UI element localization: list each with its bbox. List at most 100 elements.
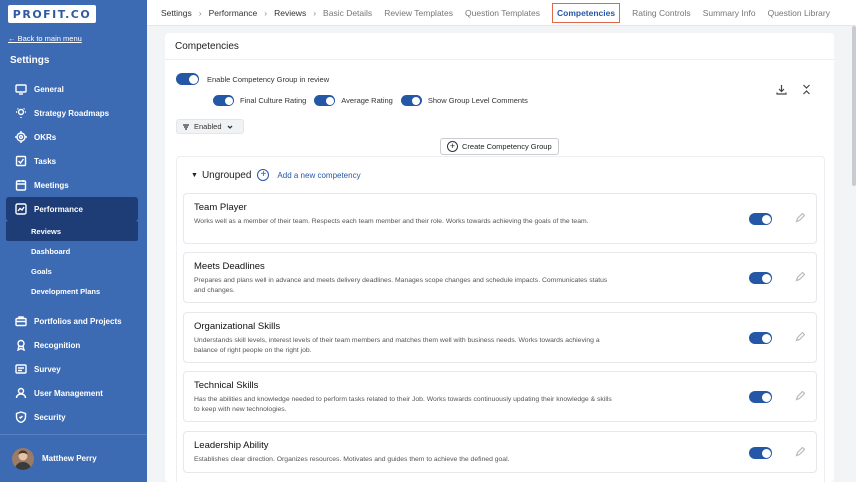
- competency-title: Organizational Skills: [194, 321, 281, 332]
- edit-pencil-icon[interactable]: [795, 446, 806, 459]
- user-icon: [14, 387, 27, 400]
- checkbox-icon: [14, 155, 27, 168]
- competency-enabled-toggle[interactable]: [749, 332, 772, 344]
- back-to-main-menu-link[interactable]: ← Back to main menu: [8, 34, 82, 43]
- average-rating-toggle[interactable]: [314, 95, 336, 106]
- edit-pencil-icon[interactable]: [795, 390, 806, 403]
- sidebar-subitem-dashboard[interactable]: Dashboard: [0, 241, 147, 261]
- tab-summary-info[interactable]: Summary Info: [703, 8, 756, 18]
- collapse-icon[interactable]: [801, 84, 812, 97]
- tab-competencies[interactable]: Competencies: [551, 2, 621, 23]
- enable-competency-group-label: Enable Competency Group in review: [207, 74, 330, 84]
- competencies-panel: Competencies Enable Competency Group in …: [165, 33, 834, 482]
- competency-title: Leadership Ability: [194, 440, 269, 451]
- sidebar-item-tasks[interactable]: Tasks: [0, 149, 147, 173]
- enable-competency-group-row: Enable Competency Group in review: [176, 73, 329, 85]
- page-title: Competencies: [175, 41, 239, 52]
- sidebar-item-okrs[interactable]: OKRs: [0, 125, 147, 149]
- competency-enabled-toggle[interactable]: [749, 213, 772, 225]
- show-group-comments-toggle[interactable]: [400, 95, 422, 106]
- sidebar-item-label: General: [34, 84, 64, 94]
- shield-icon: [14, 411, 27, 424]
- sidebar-item-general[interactable]: General: [0, 77, 147, 101]
- edit-pencil-icon[interactable]: [795, 271, 806, 284]
- group-options-row: Final Culture Rating Average Rating Show…: [213, 95, 536, 106]
- download-icon[interactable]: [776, 84, 787, 97]
- tab-rating-controls[interactable]: Rating Controls: [632, 8, 691, 18]
- user-name: Matthew Perry: [42, 454, 97, 463]
- sidebar-item-strategy-roadmaps[interactable]: Strategy Roadmaps: [0, 101, 147, 125]
- create-competency-group-label: Create Competency Group: [462, 142, 552, 151]
- sidebar-item-label: Tasks: [34, 156, 57, 166]
- competency-description: Has the abilities and knowledge needed t…: [194, 396, 612, 414]
- create-competency-group-button[interactable]: + Create Competency Group: [440, 138, 559, 155]
- sidebar-item-label: Performance: [34, 204, 83, 214]
- edit-pencil-icon[interactable]: [795, 331, 806, 344]
- competency-description: Works well as a member of their team. Re…: [194, 218, 589, 225]
- competency-title: Meets Deadlines: [194, 261, 265, 272]
- sidebar-item-label: User Management: [34, 388, 103, 398]
- sidebar-item-label: Strategy Roadmaps: [34, 108, 110, 118]
- sidebar-item-security[interactable]: Security: [0, 405, 147, 429]
- sidebar-subitem-goals[interactable]: Goals: [0, 261, 147, 281]
- competency-description: Establishes clear direction. Organizes r…: [194, 456, 510, 463]
- page-scrollbar[interactable]: [852, 26, 856, 186]
- sidebar-item-survey[interactable]: Survey: [0, 357, 147, 381]
- bulb-icon: [14, 107, 27, 120]
- avatar: [12, 447, 34, 470]
- edit-pencil-icon[interactable]: [795, 212, 806, 225]
- enable-competency-group-toggle[interactable]: [176, 73, 199, 85]
- sidebar-item-label: Portfolios and Projects: [34, 316, 122, 326]
- award-icon: [14, 339, 27, 352]
- sidebar-subitem-development-plans[interactable]: Development Plans: [0, 281, 147, 301]
- caret-down-icon[interactable]: ▼: [191, 172, 198, 179]
- group-name: Ungrouped: [201, 169, 252, 181]
- competency-card: Team Player Works well as a member of th…: [183, 193, 817, 244]
- breadcrumb-settings[interactable]: Settings: [161, 8, 192, 18]
- logo[interactable]: PROFIT.CO: [8, 5, 96, 23]
- sidebar-item-performance[interactable]: Performance: [6, 197, 138, 221]
- breadcrumb-separator: ›: [313, 7, 317, 18]
- sidebar-item-meetings[interactable]: Meetings: [0, 173, 147, 197]
- breadcrumb-reviews[interactable]: Reviews: [274, 8, 306, 18]
- status-filter-dropdown[interactable]: Enabled: [176, 119, 244, 134]
- plus-circle-icon: +: [447, 141, 458, 152]
- tab-question-templates[interactable]: Question Templates: [465, 8, 540, 18]
- competency-card: Leadership Ability Establishes clear dir…: [183, 431, 817, 473]
- divider: [165, 59, 834, 60]
- sidebar-item-label: Survey: [34, 364, 61, 374]
- add-competency-link[interactable]: Add a new competency: [277, 171, 360, 180]
- survey-icon: [14, 363, 27, 376]
- competency-title: Team Player: [194, 202, 247, 213]
- briefcase-icon: [14, 315, 27, 328]
- show-group-comments-label: Show Group Level Comments: [427, 96, 528, 105]
- chevron-down-icon: [227, 125, 232, 129]
- breadcrumb-performance[interactable]: Performance: [209, 8, 258, 18]
- logo-text: PROFIT.CO: [12, 7, 92, 21]
- competency-description: Prepares and plans well in advance and m…: [194, 277, 608, 295]
- calendar-icon: [14, 179, 27, 192]
- target-icon: [14, 131, 27, 144]
- add-competency-icon[interactable]: +: [257, 169, 270, 181]
- sidebar-subitem-reviews[interactable]: Reviews: [6, 221, 138, 241]
- tab-review-templates[interactable]: Review Templates: [384, 8, 453, 18]
- monitor-icon: [14, 83, 27, 96]
- final-culture-rating-toggle[interactable]: [213, 95, 234, 106]
- competency-card: Technical Skills Has the abilities and k…: [183, 371, 817, 422]
- sidebar-item-portfolios[interactable]: Portfolios and Projects: [0, 309, 147, 333]
- competency-enabled-toggle[interactable]: [749, 447, 772, 459]
- tab-basic-details[interactable]: Basic Details: [323, 8, 372, 18]
- filter-icon: [183, 123, 189, 130]
- competency-enabled-toggle[interactable]: [749, 391, 772, 403]
- sidebar-item-label: Security: [34, 412, 66, 422]
- settings-title: Settings: [10, 55, 50, 66]
- group-header[interactable]: ▼ Ungrouped + Add a new competency: [191, 169, 361, 181]
- sidebar-item-user-management[interactable]: User Management: [0, 381, 147, 405]
- sidebar-item-recognition[interactable]: Recognition: [0, 333, 147, 357]
- breadcrumb-separator: ›: [264, 7, 268, 18]
- competency-enabled-toggle[interactable]: [749, 272, 772, 284]
- sidebar-item-label: OKRs: [34, 132, 57, 142]
- sidebar-item-label: Recognition: [34, 340, 81, 350]
- user-profile[interactable]: Matthew Perry: [0, 434, 147, 482]
- tab-question-library[interactable]: Question Library: [768, 8, 830, 18]
